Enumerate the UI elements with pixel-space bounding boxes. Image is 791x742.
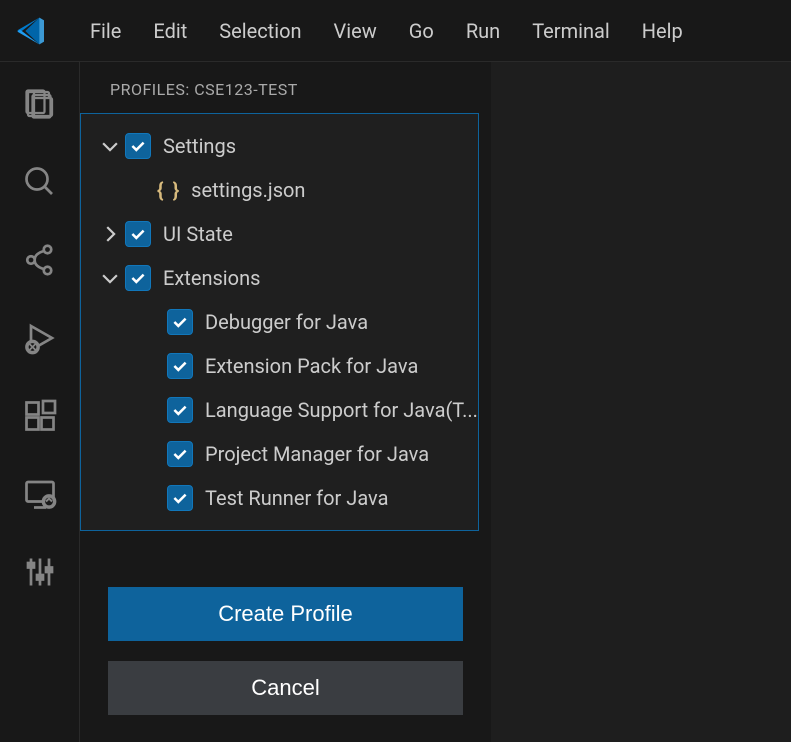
tree-item-extension[interactable]: Debugger for Java	[81, 300, 478, 344]
tree-item-settings[interactable]: Settings	[81, 124, 478, 168]
editor-area	[491, 62, 791, 742]
activity-settings[interactable]	[16, 548, 64, 596]
menu-file[interactable]: File	[74, 13, 137, 49]
tree-label: Settings	[163, 134, 236, 158]
tree-item-extension[interactable]: Test Runner for Java	[81, 476, 478, 520]
checkbox-extension[interactable]	[167, 441, 193, 467]
menu-selection[interactable]: Selection	[203, 13, 317, 49]
tree-item-settings-json[interactable]: { } settings.json	[81, 168, 478, 212]
activity-extensions[interactable]	[16, 392, 64, 440]
checkbox-extension[interactable]	[167, 397, 193, 423]
title-bar: File Edit Selection View Go Run Terminal…	[0, 0, 791, 62]
tree-label: Language Support for Java(T...	[205, 398, 478, 422]
checkbox-extension[interactable]	[167, 353, 193, 379]
tree-item-ui-state[interactable]: UI State	[81, 212, 478, 256]
menu-edit[interactable]: Edit	[137, 13, 203, 49]
checkbox-extension[interactable]	[167, 485, 193, 511]
profiles-panel: PROFILES: CSE123-TEST Settings { } setti…	[80, 62, 491, 742]
cancel-button[interactable]: Cancel	[108, 661, 463, 715]
activity-source-control[interactable]	[16, 236, 64, 284]
tree-label: Project Manager for Java	[205, 442, 429, 466]
checkbox-settings[interactable]	[125, 133, 151, 159]
menu-terminal[interactable]: Terminal	[516, 13, 626, 49]
menu-go[interactable]: Go	[393, 13, 450, 49]
tree-label: UI State	[163, 222, 233, 246]
tree-label: Debugger for Java	[205, 310, 368, 334]
json-icon: { }	[157, 178, 181, 202]
checkbox-extension[interactable]	[167, 309, 193, 335]
menu-view[interactable]: View	[318, 13, 393, 49]
activity-run-debug[interactable]	[16, 314, 64, 362]
tree-label: Test Runner for Java	[205, 486, 388, 510]
tree-label: Extensions	[163, 266, 260, 290]
tree-item-extension[interactable]: Project Manager for Java	[81, 432, 478, 476]
tree-item-extension[interactable]: Extension Pack for Java	[81, 344, 478, 388]
tree-label: Extension Pack for Java	[205, 354, 418, 378]
menu-bar: File Edit Selection View Go Run Terminal…	[74, 13, 699, 49]
chevron-right-icon[interactable]	[99, 223, 121, 245]
activity-search[interactable]	[16, 158, 64, 206]
activity-bar	[0, 62, 80, 742]
profile-tree: Settings { } settings.json UI State	[80, 113, 479, 531]
tree-label: settings.json	[191, 178, 305, 202]
activity-remote[interactable]	[16, 470, 64, 518]
vscode-logo-icon	[16, 15, 48, 47]
checkbox-extensions[interactable]	[125, 265, 151, 291]
tree-item-extension[interactable]: Language Support for Java(T...	[81, 388, 478, 432]
button-area: Create Profile Cancel	[80, 531, 491, 715]
menu-run[interactable]: Run	[450, 13, 516, 49]
chevron-down-icon[interactable]	[99, 267, 121, 289]
tree-item-extensions[interactable]: Extensions	[81, 256, 478, 300]
chevron-down-icon[interactable]	[99, 135, 121, 157]
menu-help[interactable]: Help	[626, 13, 699, 49]
create-profile-button[interactable]: Create Profile	[108, 587, 463, 641]
panel-title: PROFILES: CSE123-TEST	[80, 62, 491, 113]
checkbox-ui-state[interactable]	[125, 221, 151, 247]
activity-explorer[interactable]	[16, 80, 64, 128]
